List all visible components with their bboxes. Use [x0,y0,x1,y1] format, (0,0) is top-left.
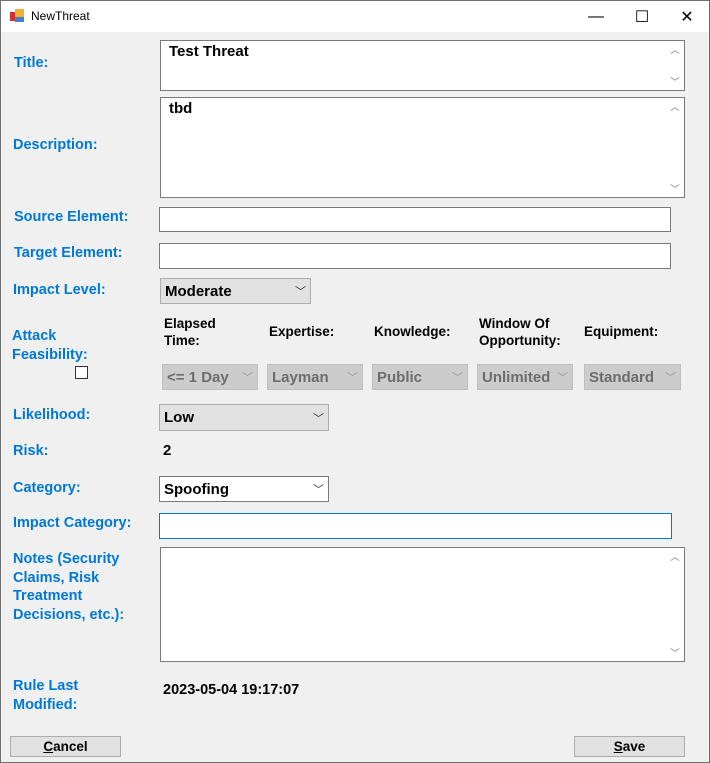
title-label: Title: [14,55,49,71]
cancel-mnemonic: C [43,739,54,754]
expertise-value: Layman [272,368,329,386]
likelihood-select[interactable]: Low ﹀ [159,404,329,431]
chevron-down-icon: ﹀ [665,372,676,384]
risk-label: Risk: [13,443,49,459]
equipment-label: Equipment: [584,324,659,339]
close-button[interactable]: ✕ [664,1,710,32]
chevron-down-icon: ﹀ [557,372,568,384]
title-value: Test Threat [169,43,249,60]
source-element-label: Source Element: [14,209,129,225]
elapsed-time-select[interactable]: <= 1 Day ﹀ [162,364,258,390]
attack-feasibility-checkbox[interactable] [75,366,88,379]
description-value: tbd [169,100,193,117]
scrollbar[interactable]: ︿ ﹀ [668,550,682,659]
notes-label: Notes (Security Claims, Risk Treatment D… [13,551,125,623]
description-input[interactable]: tbd ︿ ﹀ [160,97,685,198]
expertise-select[interactable]: Layman ﹀ [267,364,363,390]
impact-level-select[interactable]: Moderate ﹀ [160,278,311,304]
window-title: NewThreat [31,9,90,23]
cancel-button[interactable]: Cancel [10,736,121,757]
save-label: ave [622,739,646,754]
target-element-input[interactable] [159,243,671,269]
window-of-opportunity-select[interactable]: Unlimited ﹀ [477,364,573,390]
likelihood-label: Likelihood: [13,407,91,423]
knowledge-value: Public [377,368,423,386]
elapsed-time-value: <= 1 Day [167,368,229,386]
impact-level-label: Impact Level: [13,282,106,298]
save-mnemonic: S [613,739,623,754]
save-button[interactable]: Save [574,736,685,757]
notes-input[interactable]: ︿ ﹀ [160,547,685,662]
title-input[interactable]: Test Threat ︿ ﹀ [160,40,685,91]
impact-category-label: Impact Category: [13,515,132,531]
attack-feasibility-label: Attack Feasibility: [12,328,88,363]
scrollbar[interactable]: ︿ ﹀ [668,43,682,88]
impact-level-value: Moderate [165,282,232,300]
chevron-down-icon: ﹀ [347,372,358,384]
impact-category-input[interactable] [159,513,672,539]
description-label: Description: [13,137,98,153]
knowledge-label: Knowledge: [374,324,451,339]
equipment-select[interactable]: Standard ﹀ [584,364,681,390]
expertise-label: Expertise: [269,324,335,339]
chevron-down-icon: ﹀ [242,372,253,384]
target-element-label: Target Element: [14,245,123,261]
category-value: Spoofing [164,480,229,498]
source-element-input[interactable] [159,207,671,232]
rule-last-modified-label: Rule Last Modified: [13,678,79,713]
equipment-value: Standard [589,368,655,386]
elapsed-time-label: Elapsed Time: [164,316,216,348]
category-select[interactable]: Spoofing ﹀ [159,476,329,502]
minimize-button[interactable]: — [573,1,619,32]
window-of-opportunity-label: Window Of Opportunity: [479,316,561,348]
chevron-down-icon: ﹀ [313,412,324,425]
risk-value: 2 [163,442,172,459]
category-label: Category: [13,480,81,496]
maximize-button[interactable]: ☐ [619,1,665,32]
rule-last-modified-value: 2023-05-04 19:17:07 [163,682,300,698]
scrollbar[interactable]: ︿ ﹀ [668,100,682,195]
app-icon [10,9,24,22]
chevron-down-icon: ﹀ [452,372,463,384]
likelihood-value: Low [164,409,194,426]
cancel-label: ancel [53,739,88,754]
chevron-down-icon: ﹀ [295,286,306,298]
chevron-down-icon: ﹀ [313,484,324,496]
knowledge-select[interactable]: Public ﹀ [372,364,468,390]
window-of-opportunity-value: Unlimited [482,368,551,386]
